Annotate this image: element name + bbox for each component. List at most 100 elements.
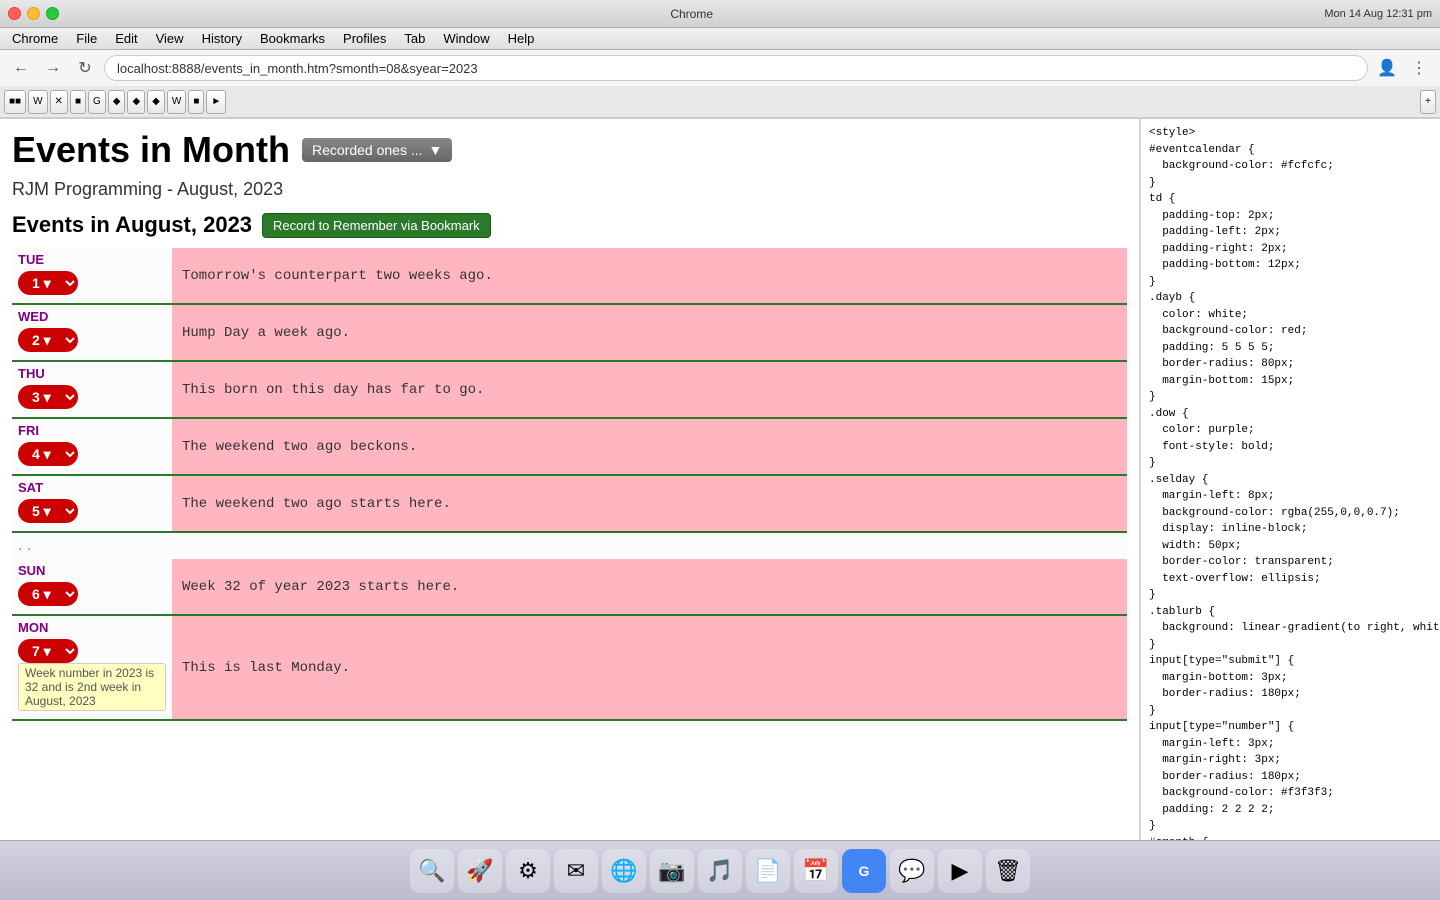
code-line: #eventcalendar { [1149, 142, 1432, 159]
dock-icon-maps[interactable]: 🌐 [602, 849, 646, 893]
menu-chrome[interactable]: Chrome [4, 29, 66, 48]
toolbar-btn-5[interactable]: G [88, 90, 106, 114]
calendar-table: TUE 1 ▾ Tomorrow's counterpart two weeks a… [12, 248, 1127, 721]
dock-icon-music[interactable]: 🎵 [698, 849, 742, 893]
code-line: } [1149, 818, 1432, 835]
code-line: border-radius: 80px; [1149, 356, 1432, 373]
back-button[interactable]: ← [8, 55, 34, 81]
code-line: background-color: #f3f3f3; [1149, 785, 1432, 802]
event-cell: This born on this day has far to go. [172, 361, 1127, 418]
browser-chrome: ← → ↻ 👤 ⋮ ■■ W ✕ ■ G ◆ ◆ ◆ W ■ ► + [0, 50, 1440, 119]
toolbar-btn-4[interactable]: ■ [70, 90, 86, 114]
toolbar-btn-6[interactable]: ◆ [108, 90, 126, 114]
dock-icon-launchpad[interactable]: 🚀 [458, 849, 502, 893]
code-line: input[type="number"] { [1149, 719, 1432, 736]
code-line: background-color: rgba(255,0,0,0.7); [1149, 505, 1432, 522]
code-line: input[type="submit"] { [1149, 653, 1432, 670]
user-button[interactable]: 👤 [1374, 55, 1400, 81]
dock-icon-mail[interactable]: ✉ [554, 849, 598, 893]
toolbar-btn-1[interactable]: ■■ [4, 90, 26, 114]
day-select[interactable]: 3 ▾ [18, 385, 78, 409]
forward-button[interactable]: → [40, 55, 66, 81]
table-row: SUN6 ▾Week 32 of year 2023 starts here. [12, 559, 1127, 615]
code-line: margin-right: 3px; [1149, 752, 1432, 769]
code-line: padding-top: 2px; [1149, 208, 1432, 225]
code-line: } [1149, 455, 1432, 472]
menu-tab[interactable]: Tab [396, 29, 433, 48]
day-select[interactable]: 6 ▾ [18, 582, 78, 606]
code-line: margin-left: 3px; [1149, 736, 1432, 753]
dow-label: THU [18, 366, 166, 381]
code-line: } [1149, 274, 1432, 291]
menu-bookmarks[interactable]: Bookmarks [252, 29, 333, 48]
titlebar-center: Chrome [65, 7, 1318, 21]
table-row: FRI4 ▾The weekend two ago beckons. [12, 418, 1127, 475]
code-line: } [1149, 703, 1432, 720]
browser-nav: ← → ↻ 👤 ⋮ [0, 50, 1440, 86]
menu-help[interactable]: Help [500, 29, 543, 48]
close-button[interactable] [8, 7, 21, 20]
code-line: padding-right: 2px; [1149, 241, 1432, 258]
minimize-button[interactable] [27, 7, 40, 20]
webpage: Events in Month Recorded ones ... ▼ RJM … [0, 119, 1140, 840]
day-select[interactable]: 7 ▾ [18, 639, 78, 663]
menu-history[interactable]: History [194, 29, 250, 48]
code-line: display: inline-block; [1149, 521, 1432, 538]
code-line: } [1149, 587, 1432, 604]
section-title: Events in August, 2023 [12, 212, 252, 238]
reload-button[interactable]: ↻ [72, 55, 98, 81]
code-line: border-radius: 180px; [1149, 686, 1432, 703]
menu-window[interactable]: Window [435, 29, 497, 48]
dock-icon-chrome[interactable]: G [842, 849, 886, 893]
table-row: THU 3 ▾ This born on this day has far to g… [12, 361, 1127, 418]
menu-view[interactable]: View [148, 29, 192, 48]
toolbar-btn-10[interactable]: ■ [188, 90, 204, 114]
code-line: padding: 5 5 5 5; [1149, 340, 1432, 357]
day-select[interactable]: 2 ▾ [18, 328, 78, 352]
section-title-row: Events in August, 2023 Record to Remembe… [12, 212, 1127, 238]
dock-icon-settings[interactable]: ⚙ [506, 849, 550, 893]
dow-label: SAT [18, 480, 166, 495]
dow-label: TUE [18, 252, 166, 267]
toolbar-btn-more[interactable]: ► [206, 90, 226, 114]
ellipsis-separator: . . [12, 532, 1127, 559]
menu-button[interactable]: ⋮ [1406, 55, 1432, 81]
day-select[interactable]: 1 ▾ [18, 271, 78, 295]
code-line: color: purple; [1149, 422, 1432, 439]
toolbar-btn-7[interactable]: ◆ [127, 90, 145, 114]
dock-icon-photos[interactable]: 📷 [650, 849, 694, 893]
menu-edit[interactable]: Edit [107, 29, 145, 48]
code-line: padding-left: 2px; [1149, 224, 1432, 241]
dock-icon-finder[interactable]: 🔍 [410, 849, 454, 893]
dock-icon-messages[interactable]: 💬 [890, 849, 934, 893]
code-line: margin-left: 8px; [1149, 488, 1432, 505]
code-line: border-color: transparent; [1149, 554, 1432, 571]
menu-file[interactable]: File [68, 29, 105, 48]
bookmark-button[interactable]: Record to Remember via Bookmark [262, 213, 491, 238]
recorded-dropdown[interactable]: Recorded ones ... ▼ [302, 138, 452, 162]
code-line: margin-bottom: 3px; [1149, 670, 1432, 687]
code-line: background: linear-gradient(to right, wh… [1149, 620, 1432, 637]
toolbar-btn-3[interactable]: ✕ [50, 90, 68, 114]
code-line: td { [1149, 191, 1432, 208]
table-row: MON7 ▾Week number in 2023 is 32 and is 2… [12, 615, 1127, 720]
toolbar-btn-9[interactable]: W [167, 90, 186, 114]
day-select[interactable]: 5 ▾ [18, 499, 78, 523]
code-line: } [1149, 175, 1432, 192]
address-bar[interactable] [104, 55, 1368, 81]
maximize-button[interactable] [46, 7, 59, 20]
dock-icon-trash[interactable]: 🗑 [986, 849, 1030, 893]
event-cell: Tomorrow's counterpart two weeks ago. [172, 248, 1127, 304]
day-tooltip: Week number in 2023 is 32 and is 2nd wee… [18, 663, 166, 711]
toolbar-btn-8[interactable]: ◆ [147, 90, 165, 114]
dock-icon-notes[interactable]: 📄 [746, 849, 790, 893]
code-line: width: 50px; [1149, 538, 1432, 555]
dock-icon-calendar[interactable]: 📅 [794, 849, 838, 893]
toolbar-btn-2[interactable]: W [28, 90, 47, 114]
table-row: WED2 ▾Hump Day a week ago. [12, 304, 1127, 361]
toolbar-add-btn[interactable]: + [1420, 90, 1436, 114]
menu-profiles[interactable]: Profiles [335, 29, 394, 48]
dock-icon-terminal[interactable]: ▶ [938, 849, 982, 893]
day-select[interactable]: 4 ▾ [18, 442, 78, 466]
page-header: Events in Month Recorded ones ... ▼ [12, 129, 1127, 171]
